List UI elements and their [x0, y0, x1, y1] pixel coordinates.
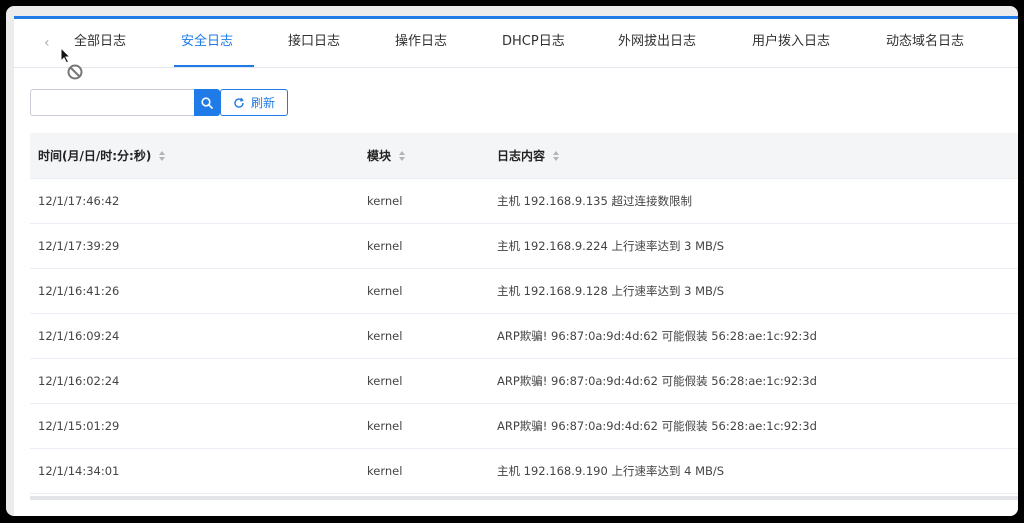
cell-module: kernel [367, 374, 403, 388]
column-content[interactable]: 日志内容 [497, 133, 560, 179]
table-row: 12/1/16:41:26 kernel 主机 192.168.9.128 上行… [30, 269, 1018, 314]
tab-user-dialin-logs[interactable]: 用户拨入日志 [752, 19, 830, 68]
tab-interface-logs[interactable]: 接口日志 [288, 19, 340, 68]
tab-dhcp-logs[interactable]: DHCP日志 [502, 19, 565, 68]
table-row: 12/1/15:01:29 kernel ARP欺骗! 96:87:0a:9d:… [30, 404, 1018, 449]
cell-module: kernel [367, 239, 403, 253]
cell-content: 主机 192.168.9.190 上行速率达到 4 MB/S [497, 464, 725, 478]
refresh-icon [234, 97, 244, 108]
not-allowed-cursor-icon [60, 47, 83, 80]
search-input[interactable] [30, 89, 194, 116]
tab-ddns-logs[interactable]: 动态域名日志 [886, 19, 964, 68]
cell-time: 12/1/17:46:42 [38, 194, 120, 208]
cell-time: 12/1/17:39:29 [38, 239, 120, 253]
table-row: 12/1/17:46:42 kernel 主机 192.168.9.135 超过… [30, 179, 1018, 224]
cell-time: 12/1/14:34:01 [38, 464, 120, 478]
sort-icon[interactable] [399, 151, 406, 161]
cell-module: kernel [367, 464, 403, 478]
cell-time: 12/1/16:41:26 [38, 284, 120, 298]
table-row: 12/1/16:02:24 kernel ARP欺骗! 96:87:0a:9d:… [30, 359, 1018, 404]
cell-content: ARP欺骗! 96:87:0a:9d:4d:62 可能假装 56:28:ae:1… [497, 374, 817, 388]
column-module[interactable]: 模块 [367, 133, 406, 179]
refresh-label: 刷新 [250, 96, 275, 110]
cell-content: 主机 192.168.9.224 上行速率达到 3 MB/S [497, 239, 725, 253]
log-panel: ‹ 全部日志 安全日志 接口日志 操作日志 DHCP日志 外网拔出日志 用户拨入… [14, 16, 1018, 516]
column-time[interactable]: 时间(月/日/时:分:秒) [38, 133, 166, 179]
table-row: 12/1/17:39:29 kernel 主机 192.168.9.224 上行… [30, 224, 1018, 269]
cell-content: ARP欺骗! 96:87:0a:9d:4d:62 可能假装 56:28:ae:1… [497, 329, 817, 343]
cell-content: ARP欺骗! 96:87:0a:9d:4d:62 可能假装 56:28:ae:1… [497, 419, 817, 433]
active-tab-indicator [174, 65, 254, 67]
column-module-label: 模块 [367, 149, 392, 163]
cell-time: 12/1/16:02:24 [38, 374, 120, 388]
cell-module: kernel [367, 284, 403, 298]
log-tabs: ‹ 全部日志 安全日志 接口日志 操作日志 DHCP日志 外网拔出日志 用户拨入… [14, 19, 1018, 68]
cell-module: kernel [367, 194, 403, 208]
column-time-label: 时间(月/日/时:分:秒) [38, 149, 152, 163]
app-window: ‹ 全部日志 安全日志 接口日志 操作日志 DHCP日志 外网拔出日志 用户拨入… [6, 6, 1018, 516]
cell-module: kernel [367, 329, 403, 343]
search-icon [201, 96, 213, 109]
horizontal-scrollbar[interactable] [30, 496, 1018, 500]
cell-time: 12/1/16:09:24 [38, 329, 120, 343]
column-content-label: 日志内容 [497, 149, 546, 163]
refresh-button[interactable]: 刷新 [220, 89, 288, 116]
tab-security-logs[interactable]: 安全日志 [181, 19, 233, 68]
log-table: 时间(月/日/时:分:秒) 模块 日志内容 12/1/17:46:42 kern… [30, 133, 1018, 494]
tab-wan-disconnect-logs[interactable]: 外网拔出日志 [618, 19, 696, 68]
tab-operation-logs[interactable]: 操作日志 [395, 19, 447, 68]
table-row: 12/1/16:09:24 kernel ARP欺骗! 96:87:0a:9d:… [30, 314, 1018, 359]
sort-icon[interactable] [553, 151, 560, 161]
chevron-left-icon[interactable]: ‹ [44, 35, 56, 51]
cell-content: 主机 192.168.9.135 超过连接数限制 [497, 194, 692, 208]
cell-content: 主机 192.168.9.128 上行速率达到 3 MB/S [497, 284, 725, 298]
cell-module: kernel [367, 419, 403, 433]
sort-icon[interactable] [159, 151, 166, 161]
table-header: 时间(月/日/时:分:秒) 模块 日志内容 [30, 133, 1018, 179]
table-row: 12/1/14:34:01 kernel 主机 192.168.9.190 上行… [30, 449, 1018, 494]
search-button[interactable] [194, 89, 220, 116]
cell-time: 12/1/15:01:29 [38, 419, 120, 433]
